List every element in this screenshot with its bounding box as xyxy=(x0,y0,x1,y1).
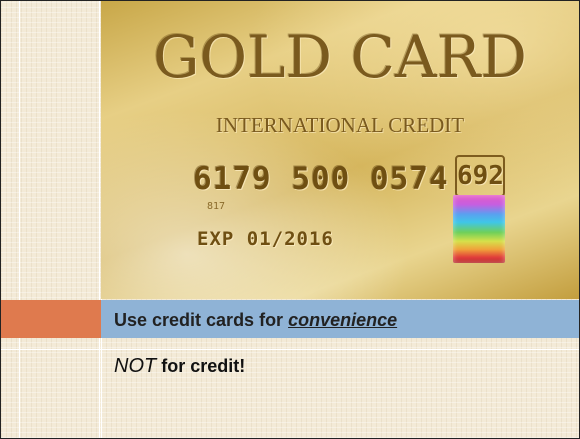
gold-card-image: GOLD CARD INTERNATIONAL CREDIT 6179 500 … xyxy=(101,1,579,299)
card-number: 6179 500 0574 xyxy=(193,161,449,197)
grid-line xyxy=(1,349,579,350)
bullet-line-2-emphasis: NOT xyxy=(114,355,157,377)
bullet-line-2: NOT for credit! xyxy=(114,355,245,378)
bullet-line-1-text: Use credit cards for xyxy=(114,310,289,330)
slide: GOLD CARD INTERNATIONAL CREDIT 6179 500 … xyxy=(0,0,580,439)
card-title: GOLD CARD xyxy=(153,23,527,91)
grid-line xyxy=(99,1,100,438)
grid-line xyxy=(19,1,20,438)
card-subtitle: INTERNATIONAL CREDIT xyxy=(215,113,465,137)
bullet-line-1: Use credit cards for convenience xyxy=(114,310,397,331)
card-small-code: 817 xyxy=(207,201,226,212)
accent-bar-orange xyxy=(1,300,101,338)
card-expiry: EXP 01/2016 xyxy=(197,228,334,250)
bullet-line-2-text: for credit! xyxy=(156,356,246,376)
card-security-code: 692 xyxy=(455,155,505,197)
hologram-icon xyxy=(453,195,505,263)
bullet-line-1-emphasis: convenience xyxy=(288,310,398,330)
